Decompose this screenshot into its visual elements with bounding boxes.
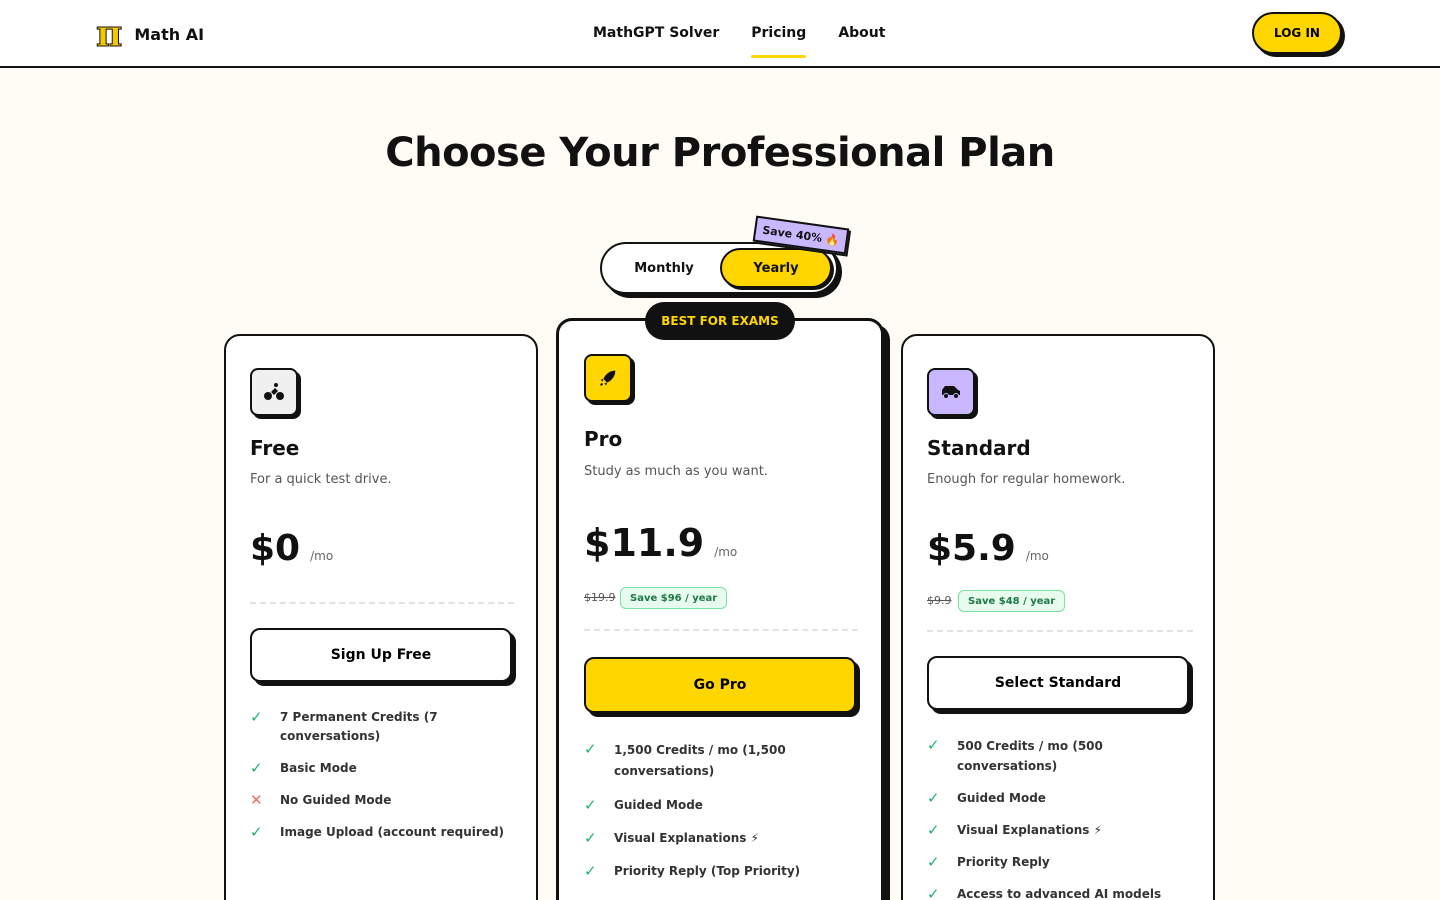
original-price: $9.9: [927, 594, 952, 607]
brand-logo[interactable]: π Math AI: [95, 13, 205, 55]
feature-text: Guided Mode: [957, 791, 1046, 805]
feature-text: 500 Credits / mo (500 conversations): [957, 739, 1103, 773]
plan-name: Free: [250, 436, 300, 460]
feature-list: ✓ 500 Credits / mo (500 conversations) ✓…: [927, 736, 1195, 900]
site-header: π Math AI MathGPT Solver Pricing About L…: [0, 0, 1440, 68]
billing-toggle: Monthly Yearly: [600, 242, 838, 294]
feature-text: 1,500 Credits / mo (1,500 conversations): [614, 743, 786, 778]
plan-name: Pro: [584, 427, 623, 451]
feature-item: ✓ Visual Explanations ⚡: [584, 829, 860, 848]
feature-item: ✓ Priority Reply (Top Priority): [584, 862, 860, 881]
plan-card-free: Free For a quick test drive. $0 /mo Sign…: [224, 334, 538, 900]
feature-item: ✓ Guided Mode: [927, 789, 1195, 808]
feature-item: ✕ No Guided Mode: [250, 791, 518, 810]
divider: [927, 630, 1193, 632]
feature-item: ✓ 1,500 Credits / mo (1,500 conversation…: [584, 740, 860, 782]
login-button[interactable]: LOG IN: [1252, 12, 1342, 54]
feature-item: ✓ 500 Credits / mo (500 conversations): [927, 736, 1195, 776]
nav-pricing[interactable]: Pricing: [751, 0, 807, 66]
pi-logo-icon: π: [95, 13, 123, 55]
feature-item: ✓ Visual Explanations ⚡: [927, 821, 1195, 840]
check-icon: ✓: [250, 708, 263, 726]
check-icon: ✓: [250, 759, 263, 777]
feature-text: Access to advanced AI models: [957, 887, 1162, 900]
rocket-icon: [584, 354, 632, 402]
feature-item: ✓ Basic Mode: [250, 759, 518, 778]
select-standard-button[interactable]: Select Standard: [927, 656, 1189, 710]
price-period: /mo: [1025, 549, 1049, 563]
sign-up-free-button[interactable]: Sign Up Free: [250, 628, 512, 682]
divider: [250, 602, 514, 604]
go-pro-button[interactable]: Go Pro: [584, 657, 856, 713]
check-icon: ✓: [927, 789, 940, 807]
plan-description: Study as much as you want.: [584, 464, 768, 479]
feature-list: ✓ 1,500 Credits / mo (1,500 conversation…: [584, 740, 860, 881]
check-icon: ✓: [927, 736, 940, 754]
plan-price: $5.9 /mo: [927, 528, 1049, 569]
divider: [584, 629, 858, 631]
plan-price: $0 /mo: [250, 528, 333, 569]
feature-text: Guided Mode: [614, 798, 703, 812]
monthly-option[interactable]: Monthly: [608, 248, 720, 288]
nav-mathgpt-solver[interactable]: MathGPT Solver: [593, 0, 719, 66]
feature-item: ✓ Priority Reply: [927, 853, 1195, 872]
page-title: Choose Your Professional Plan: [385, 130, 1055, 176]
plan-card-standard: Standard Enough for regular homework. $5…: [901, 334, 1215, 900]
feature-text: Priority Reply: [957, 855, 1050, 869]
feature-text: Priority Reply (Top Priority): [614, 864, 801, 878]
best-for-exams-badge: BEST FOR EXAMS: [645, 302, 795, 340]
price-value: $11.9: [584, 521, 705, 565]
check-icon: ✓: [927, 853, 940, 871]
cross-icon: ✕: [250, 791, 263, 809]
check-icon: ✓: [584, 829, 597, 847]
feature-item: ✓ Guided Mode: [584, 796, 860, 815]
yearly-option[interactable]: Yearly: [720, 248, 832, 288]
feature-text: Visual Explanations ⚡: [614, 831, 760, 845]
feature-list: ✓ 7 Permanent Credits (7 conversations) …: [250, 708, 518, 842]
car-icon: [927, 368, 975, 416]
plan-description: For a quick test drive.: [250, 472, 392, 487]
plan-card-pro: Pro Study as much as you want. $11.9 /mo…: [556, 318, 884, 900]
feature-text: 7 Permanent Credits (7 conversations): [280, 710, 438, 743]
brand-name: Math AI: [134, 24, 205, 44]
plan-price: $11.9 /mo: [584, 521, 737, 565]
check-icon: ✓: [584, 796, 597, 814]
feature-item: ✓ Image Upload (account required): [250, 823, 518, 842]
price-value: $0: [250, 528, 301, 569]
check-icon: ✓: [927, 885, 940, 900]
price-period: /mo: [310, 549, 334, 563]
feature-item: ✓ 7 Permanent Credits (7 conversations): [250, 708, 518, 746]
savings-badge: Save $48 / year: [958, 590, 1066, 612]
feature-text: Image Upload (account required): [280, 825, 505, 839]
nav-about[interactable]: About: [838, 0, 885, 66]
check-icon: ✓: [584, 862, 597, 880]
savings-badge: Save $96 / year: [620, 587, 728, 609]
price-value: $5.9: [927, 528, 1016, 569]
price-period: /mo: [714, 545, 738, 559]
feature-text: No Guided Mode: [280, 793, 392, 807]
check-icon: ✓: [927, 821, 940, 839]
original-price: $19.9: [584, 591, 616, 604]
feature-text: Visual Explanations ⚡: [957, 823, 1103, 837]
main-nav: MathGPT Solver Pricing About: [593, 0, 885, 66]
check-icon: ✓: [584, 740, 597, 758]
check-icon: ✓: [250, 823, 263, 841]
plan-description: Enough for regular homework.: [927, 472, 1126, 487]
feature-item: ✓ Access to advanced AI models: [927, 885, 1195, 900]
bike-icon: [250, 368, 298, 416]
plan-name: Standard: [927, 436, 1031, 460]
feature-text: Basic Mode: [280, 761, 357, 775]
